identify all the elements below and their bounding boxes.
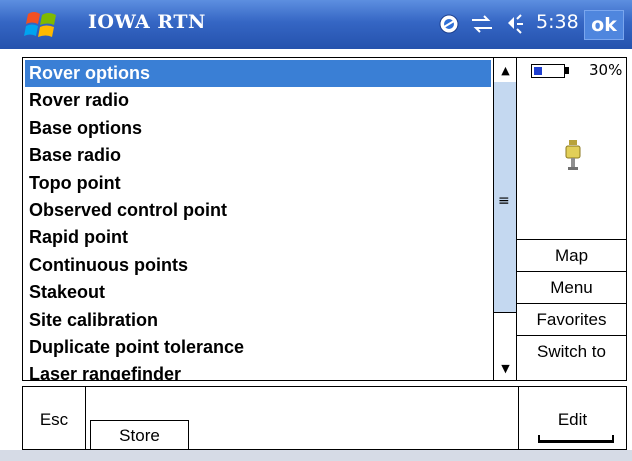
list-item-site-calibration[interactable]: Site calibration: [25, 307, 491, 334]
volume-icon[interactable]: [504, 13, 528, 35]
status-panel: 30% Map Menu Favorites Switch to: [517, 57, 627, 381]
list-item-duplicate-point-tolerance[interactable]: Duplicate point tolerance: [25, 334, 491, 361]
list-item-rover-options[interactable]: Rover options: [25, 60, 491, 88]
bottom-toolbar: Esc Store Edit: [0, 386, 632, 461]
battery-level-fill: [534, 67, 542, 75]
vertical-scrollbar[interactable]: ▲ ≡ ▼: [493, 58, 516, 380]
status-icons: [438, 10, 528, 38]
map-button[interactable]: Map: [517, 239, 626, 271]
scroll-down-icon[interactable]: ▼: [494, 356, 516, 380]
scroll-thumb[interactable]: ≡: [494, 82, 516, 313]
list-item-rapid-point[interactable]: Rapid point: [25, 224, 491, 251]
list-item-continuous-points[interactable]: Continuous points: [25, 252, 491, 279]
list-item-rover-radio[interactable]: Rover radio: [25, 87, 491, 114]
list-item-stakeout[interactable]: Stakeout: [25, 279, 491, 306]
clock[interactable]: 5:38: [536, 11, 579, 33]
list-item-base-radio[interactable]: Base radio: [25, 142, 491, 169]
gps-receiver-icon: [565, 140, 581, 170]
list-item-laser-rangefinder[interactable]: Laser rangefinder: [25, 361, 491, 380]
list-item-topo-point[interactable]: Topo point: [25, 170, 491, 197]
favorites-button[interactable]: Favorites: [517, 303, 626, 335]
ok-button[interactable]: ok: [584, 10, 624, 40]
menu-button[interactable]: Menu: [517, 271, 626, 303]
list-item-base-options[interactable]: Base options: [25, 115, 491, 142]
scroll-grip-icon: ≡: [498, 193, 510, 209]
windows-start-icon[interactable]: [24, 8, 60, 42]
switch-to-button[interactable]: Switch to: [517, 335, 626, 367]
scroll-up-icon[interactable]: ▲: [494, 58, 516, 82]
options-list-frame: Rover options Rover radio Base options B…: [22, 57, 517, 381]
store-button[interactable]: Store: [90, 420, 189, 450]
options-list: Rover options Rover radio Base options B…: [25, 60, 491, 380]
battery-tip: [565, 67, 569, 74]
satellite-icon[interactable]: [438, 13, 460, 35]
list-item-observed-control-point[interactable]: Observed control point: [25, 197, 491, 224]
bottom-edge: [0, 450, 632, 461]
esc-button[interactable]: Esc: [22, 386, 86, 450]
title-bar: IOWA RTN 5:38 ok: [0, 0, 632, 49]
connectivity-icon[interactable]: [470, 14, 494, 34]
app-title: IOWA RTN: [88, 11, 206, 33]
edit-softkey-bracket: [538, 435, 614, 443]
battery-percent: 30%: [589, 61, 623, 79]
battery-icon: [531, 64, 565, 78]
